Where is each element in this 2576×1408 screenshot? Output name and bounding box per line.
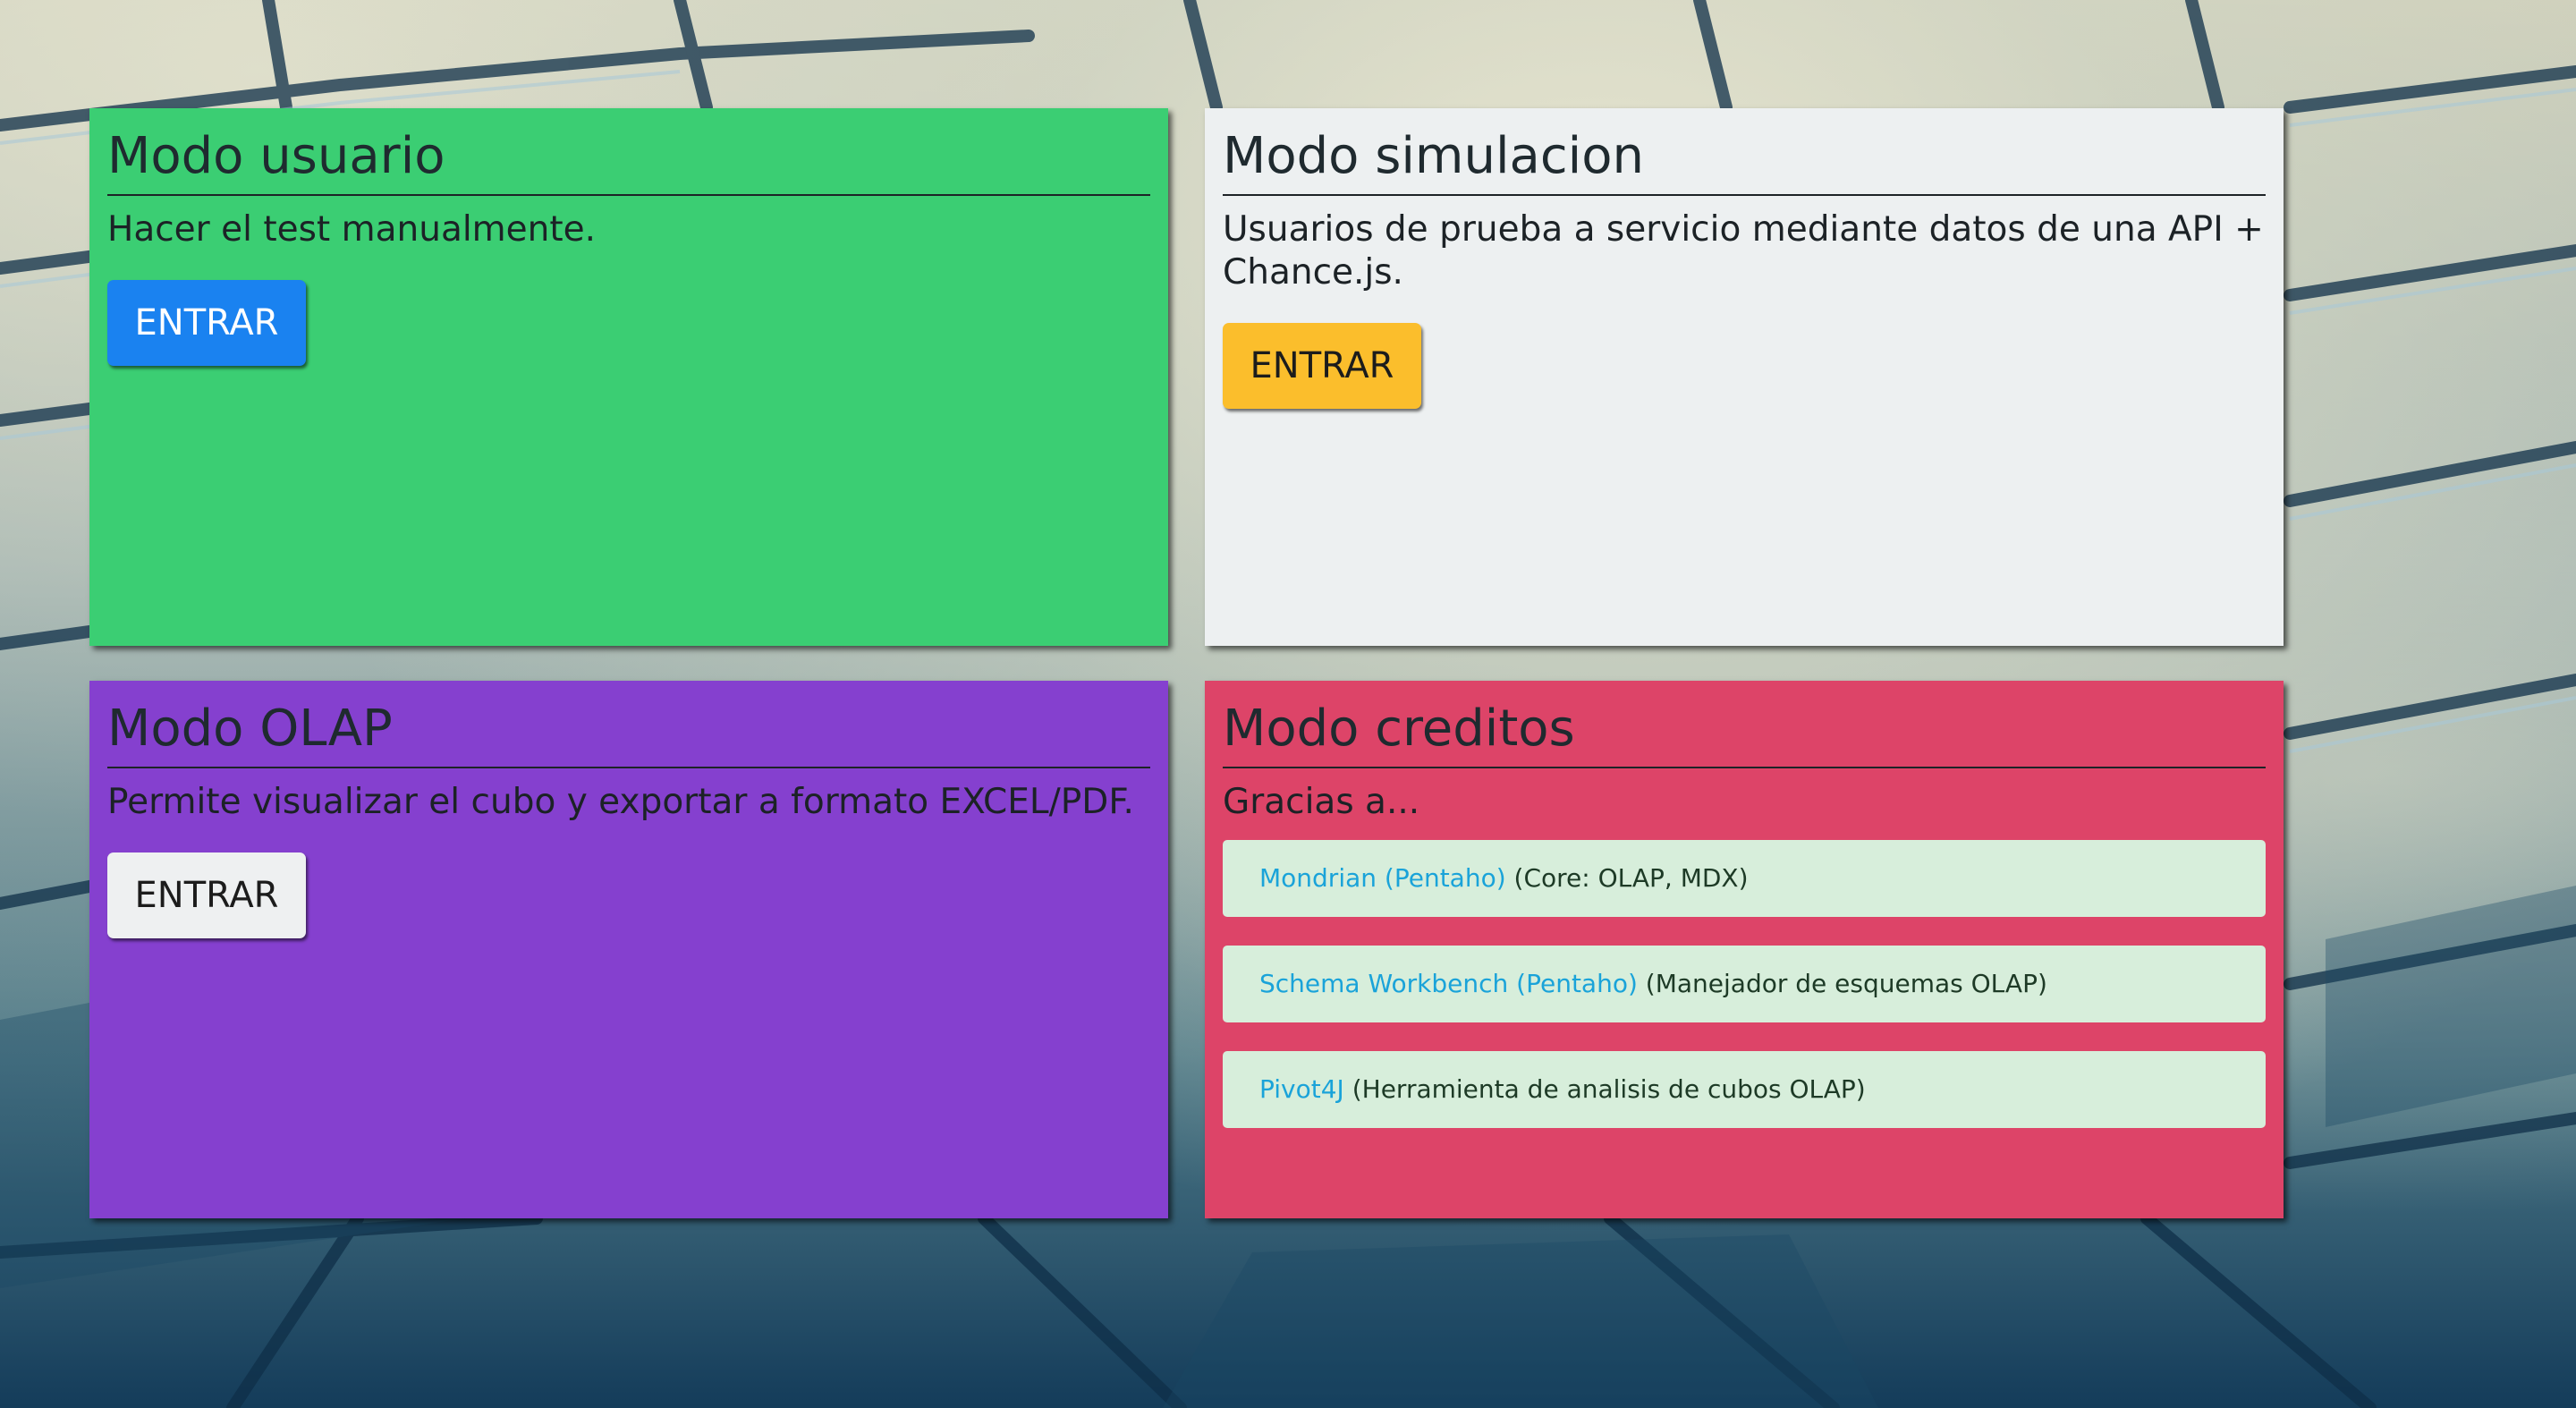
panel-description: Permite visualizar el cubo y exportar a …: [107, 782, 1134, 822]
panel-title: Modo simulacion: [1223, 124, 2266, 196]
panel-title: Modo usuario: [107, 124, 1150, 196]
credit-item-schema-workbench: Schema Workbench (Pentaho) (Manejador de…: [1223, 946, 2266, 1022]
credit-note: (Manejador de esquemas OLAP): [1645, 969, 2047, 998]
panel-modo-creditos: Modo creditos Gracias a... Mondrian (Pen…: [1205, 681, 2284, 1218]
panel-title: Modo OLAP: [107, 697, 1150, 768]
panel-modo-simulacion: Modo simulacion Usuarios de prueba a ser…: [1205, 108, 2284, 646]
usuario-entrar-button[interactable]: ENTRAR: [107, 280, 306, 366]
credit-item-mondrian: Mondrian (Pentaho) (Core: OLAP, MDX): [1223, 840, 2266, 917]
panel-description: Usuarios de prueba a servicio mediante d…: [1223, 209, 2264, 293]
credit-item-pivot4j: Pivot4J (Herramienta de analisis de cubo…: [1223, 1051, 2266, 1128]
credit-note: (Herramienta de analisis de cubos OLAP): [1352, 1074, 1866, 1104]
panel-modo-olap: Modo OLAP Permite visualizar el cubo y e…: [89, 681, 1168, 1218]
panel-modo-usuario: Modo usuario Hacer el test manualmente. …: [89, 108, 1168, 646]
credits-list: Mondrian (Pentaho) (Core: OLAP, MDX) Sch…: [1223, 840, 2266, 1128]
simulacion-entrar-button[interactable]: ENTRAR: [1223, 323, 1421, 409]
credit-link-pivot4j[interactable]: Pivot4J: [1259, 1074, 1344, 1104]
credit-link-schema-workbench[interactable]: Schema Workbench (Pentaho): [1259, 969, 1638, 998]
olap-entrar-button[interactable]: ENTRAR: [107, 852, 306, 938]
credit-link-mondrian[interactable]: Mondrian (Pentaho): [1259, 863, 1506, 893]
panel-title: Modo creditos: [1223, 697, 2266, 768]
panel-description: Hacer el test manualmente.: [107, 209, 597, 250]
panel-intro: Gracias a...: [1223, 782, 1420, 822]
credit-note: (Core: OLAP, MDX): [1513, 863, 1749, 893]
